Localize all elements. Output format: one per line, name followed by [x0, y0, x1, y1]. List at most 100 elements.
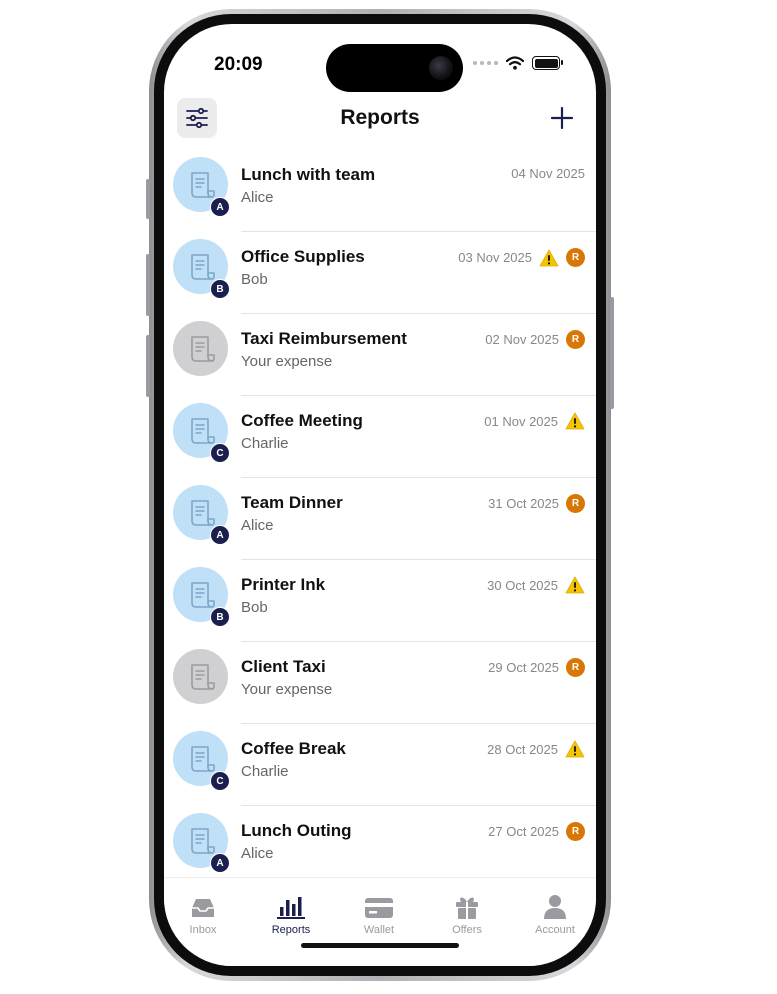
cellular-icon — [473, 61, 498, 65]
report-list: A Lunch with team Alice 04 Nov 2025 B Of… — [164, 150, 596, 966]
warning-badge — [539, 249, 559, 267]
report-date: 01 Nov 2025 — [484, 413, 558, 429]
warning-icon — [539, 249, 559, 266]
submitter-initial-badge: B — [210, 607, 230, 627]
receipt-icon — [190, 499, 215, 526]
report-title: Lunch with team — [241, 165, 376, 184]
report-title: Coffee Break — [241, 739, 346, 758]
report-subtitle: Alice — [241, 517, 274, 534]
tab-label: Account — [535, 924, 575, 936]
report-meta: 01 Nov 2025 — [484, 412, 585, 430]
status-icons — [473, 56, 563, 70]
warning-badge — [565, 412, 585, 430]
tab-account[interactable]: Account — [512, 892, 596, 936]
receipt-icon — [190, 663, 215, 690]
report-subtitle: Alice — [241, 189, 274, 206]
gift-icon — [424, 892, 510, 920]
dynamic-island — [326, 44, 463, 92]
report-row[interactable]: Taxi Reimbursement Your expense 02 Nov 2… — [164, 314, 596, 396]
report-date: 02 Nov 2025 — [485, 332, 559, 347]
tab-label: Inbox — [189, 924, 217, 936]
report-row[interactable]: A Lunch Outing Alice 27 Oct 2025 R — [164, 806, 596, 888]
submitter-initial-badge: A — [210, 525, 230, 545]
report-title: Taxi Reimbursement — [241, 329, 407, 348]
tab-bar: Inbox Reports Wallet Offers Account — [164, 877, 596, 966]
action-button — [146, 179, 150, 219]
status-badge: R — [566, 822, 585, 841]
page-title: Reports — [340, 106, 420, 129]
report-date: 04 Nov 2025 — [511, 166, 585, 181]
avatar — [173, 321, 228, 376]
report-meta: 29 Oct 2025 R — [488, 658, 585, 677]
person-icon — [512, 892, 596, 920]
report-subtitle: Alice — [241, 845, 274, 862]
report-title: Coffee Meeting — [241, 411, 363, 430]
report-title: Office Supplies — [241, 247, 365, 266]
avatar — [173, 649, 228, 704]
plus-icon — [551, 107, 573, 129]
inbox-icon — [164, 892, 246, 920]
report-date: 30 Oct 2025 — [487, 577, 558, 593]
warning-icon — [565, 412, 585, 430]
phone-frame: 20:09 Reports A Lunch with team Alice 04… — [146, 9, 614, 981]
add-report-button[interactable] — [544, 100, 580, 136]
report-row[interactable]: B Printer Ink Bob 30 Oct 2025 — [164, 560, 596, 642]
power-button — [610, 297, 614, 409]
receipt-icon — [190, 171, 215, 198]
receipt-icon — [190, 253, 215, 280]
battery-icon — [532, 56, 563, 70]
home-indicator — [301, 943, 459, 948]
report-title: Printer Ink — [241, 575, 326, 594]
receipt-icon — [190, 745, 215, 772]
status-badge: R — [566, 658, 585, 677]
report-row[interactable]: Client Taxi Your expense 29 Oct 2025 R — [164, 642, 596, 724]
warning-icon — [565, 740, 585, 758]
status-badge: R — [566, 330, 585, 349]
tab-label: Offers — [452, 924, 482, 936]
camera-icon — [429, 56, 453, 80]
report-subtitle: Bob — [241, 599, 268, 616]
report-date: 29 Oct 2025 — [488, 660, 559, 675]
report-subtitle: Charlie — [241, 435, 289, 452]
report-title: Client Taxi — [241, 657, 326, 676]
tab-label: Wallet — [363, 924, 395, 936]
tab-reports[interactable]: Reports — [248, 892, 334, 936]
report-meta: 28 Oct 2025 — [487, 740, 585, 758]
warning-badge — [565, 740, 585, 758]
report-subtitle: Your expense — [241, 681, 333, 698]
volume-up-button — [146, 254, 150, 316]
report-meta: 04 Nov 2025 — [511, 166, 585, 181]
report-row[interactable]: A Lunch with team Alice 04 Nov 2025 — [164, 150, 596, 232]
tab-inbox[interactable]: Inbox — [164, 892, 246, 936]
warning-icon — [565, 576, 585, 594]
tab-offers[interactable]: Offers — [424, 892, 510, 936]
report-meta: 03 Nov 2025 R — [458, 248, 585, 267]
status-badge: R — [566, 494, 585, 513]
receipt-icon — [190, 417, 215, 444]
receipt-icon — [190, 335, 215, 362]
bar-chart-icon — [248, 892, 334, 920]
report-row[interactable]: C Coffee Meeting Charlie 01 Nov 2025 — [164, 396, 596, 478]
report-date: 28 Oct 2025 — [487, 741, 558, 757]
tab-label: Reports — [271, 924, 311, 936]
report-meta: 30 Oct 2025 — [487, 576, 585, 594]
status-time: 20:09 — [214, 54, 263, 75]
screen: 20:09 Reports A Lunch with team Alice 04… — [164, 24, 596, 966]
report-row[interactable]: C Coffee Break Charlie 28 Oct 2025 — [164, 724, 596, 806]
report-subtitle: Your expense — [241, 353, 333, 370]
report-title: Team Dinner — [241, 493, 343, 512]
report-meta: 27 Oct 2025 R — [488, 822, 585, 841]
tab-wallet[interactable]: Wallet — [336, 892, 422, 936]
report-meta: 02 Nov 2025 R — [485, 330, 585, 349]
submitter-initial-badge: A — [210, 197, 230, 217]
card-icon — [336, 892, 422, 920]
report-row[interactable]: B Office Supplies Bob 03 Nov 2025 R — [164, 232, 596, 314]
header: Reports — [164, 94, 596, 144]
submitter-initial-badge: A — [210, 853, 230, 873]
report-row[interactable]: A Team Dinner Alice 31 Oct 2025 R — [164, 478, 596, 560]
receipt-icon — [190, 827, 215, 854]
wifi-icon — [506, 56, 524, 70]
volume-down-button — [146, 335, 150, 397]
report-date: 03 Nov 2025 — [458, 250, 532, 265]
report-subtitle: Charlie — [241, 763, 289, 780]
